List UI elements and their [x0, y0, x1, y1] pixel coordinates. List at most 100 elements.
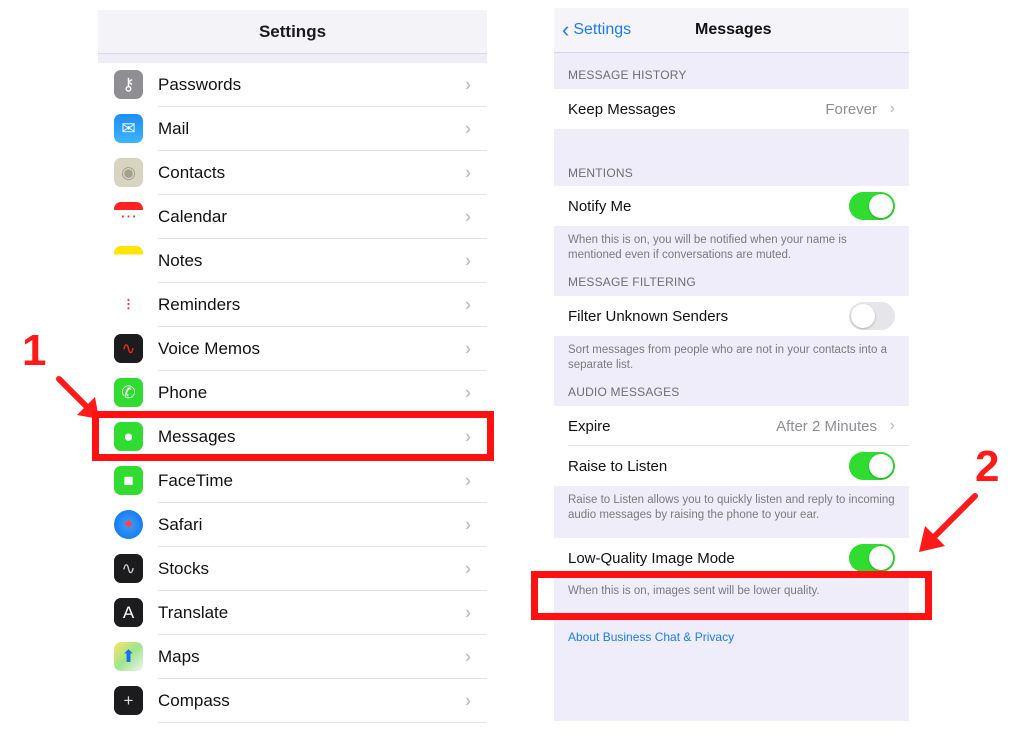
step-1-label: 1	[22, 326, 47, 375]
step-2-label: 2	[975, 442, 1000, 491]
toggle-knob	[869, 194, 893, 218]
settings-title: Settings	[258, 21, 327, 41]
settings-item-label: Calendar	[158, 206, 227, 226]
audio-footer: Raise to Listen allows you to quickly li…	[568, 494, 895, 521]
chevron-right-icon: ›	[465, 294, 471, 314]
calendar-icon: ⋯	[114, 202, 143, 231]
settings-item-body: Mail ›	[158, 107, 487, 151]
settings-item-translate[interactable]: A Translate ›	[98, 591, 487, 635]
section-header-message-filtering: MESSAGE FILTERING	[568, 275, 696, 289]
filter-unknown-senders-toggle[interactable]	[849, 302, 895, 330]
mentions-footer: When this is on, you will be notified wh…	[568, 234, 847, 261]
chevron-left-icon: ‹	[562, 17, 570, 42]
about-business-chat-link[interactable]: About Business Chat & Privacy	[554, 630, 909, 644]
settings-item-body: Phone ›	[158, 371, 487, 415]
settings-item-label: Stocks	[158, 558, 210, 578]
settings-list: ⚷ Passwords › ✉ Mail › ◉ Contacts › ⋯ Calendar › Not…	[98, 63, 487, 723]
settings-item-label: Maps	[158, 646, 200, 666]
messages-nav-bar: ‹ Settings Messages	[554, 8, 909, 53]
toggle-knob	[869, 546, 893, 570]
settings-item-maps[interactable]: ⬆ Maps ›	[98, 635, 487, 679]
settings-item-label: Contacts	[158, 162, 226, 182]
translate-icon: A	[114, 598, 143, 627]
chevron-right-icon: ›	[465, 646, 471, 666]
settings-item-mail[interactable]: ✉ Mail ›	[98, 107, 487, 151]
settings-item-body: Safari ›	[158, 503, 487, 547]
messages-highlight-box	[92, 411, 494, 461]
low-quality-image-mode-toggle[interactable]	[849, 544, 895, 572]
settings-item-body: FaceTime ›	[158, 459, 487, 503]
settings-item-body: Maps ›	[158, 635, 487, 679]
settings-item-body: Stocks ›	[158, 547, 487, 591]
notify-me-row: Notify Me	[554, 186, 909, 226]
settings-item-label: Compass	[158, 690, 230, 710]
compass-icon: +	[114, 686, 143, 715]
page-title: Messages	[695, 21, 772, 38]
settings-item-body: Passwords ›	[158, 63, 487, 107]
settings-item-body: Compass ›	[158, 679, 487, 723]
expire-label: Expire	[568, 417, 611, 435]
chevron-right-icon: ›	[889, 417, 895, 434]
settings-item-label: Phone	[158, 382, 208, 402]
settings-item-label: Passwords	[158, 74, 242, 94]
raise-to-listen-toggle[interactable]	[849, 452, 895, 480]
settings-item-safari[interactable]: ✦ Safari ›	[98, 503, 487, 547]
notify-me-toggle[interactable]	[849, 192, 895, 220]
settings-item-body: Translate ›	[158, 591, 487, 635]
settings-item-body: Voice Memos ›	[158, 327, 487, 371]
settings-item-body: Reminders ›	[158, 283, 487, 327]
voice-memos-icon: ∿	[114, 334, 143, 363]
expire-value: After 2 Minutes	[776, 417, 877, 435]
settings-panel: Settings ⚷ Passwords › ✉ Mail › ◉ Contacts › ⋯ Cal…	[98, 10, 487, 730]
contacts-icon: ◉	[114, 158, 143, 187]
settings-item-body: Notes ›	[158, 239, 487, 283]
settings-item-contacts[interactable]: ◉ Contacts ›	[98, 151, 487, 195]
filter-unknown-senders-label: Filter Unknown Senders	[568, 307, 729, 325]
settings-item-phone[interactable]: ✆ Phone ›	[98, 371, 487, 415]
keep-messages-label: Keep Messages	[568, 100, 676, 118]
settings-item-voice-memos[interactable]: ∿ Voice Memos ›	[98, 327, 487, 371]
notify-me-label: Notify Me	[568, 197, 632, 215]
notes-icon	[114, 246, 143, 275]
key-icon: ⚷	[114, 70, 143, 99]
back-label: Settings	[573, 21, 632, 38]
step-2-arrow	[919, 493, 978, 552]
settings-item-calendar[interactable]: ⋯ Calendar ›	[98, 195, 487, 239]
settings-item-passwords[interactable]: ⚷ Passwords ›	[98, 63, 487, 107]
toggle-knob	[851, 304, 875, 328]
chevron-right-icon: ›	[465, 470, 471, 490]
facetime-icon: ■	[114, 466, 143, 495]
chevron-right-icon: ›	[465, 558, 471, 578]
raise-to-listen-row: Raise to Listen	[554, 446, 909, 486]
chevron-right-icon: ›	[465, 602, 471, 622]
chevron-right-icon: ›	[465, 338, 471, 358]
settings-item-compass[interactable]: + Compass ›	[98, 679, 487, 723]
reminders-icon: ⁝	[114, 290, 143, 319]
stocks-icon: ∿	[114, 554, 143, 583]
settings-item-label: Safari	[158, 514, 203, 534]
settings-item-label: Notes	[158, 250, 203, 270]
settings-item-notes[interactable]: Notes ›	[98, 239, 487, 283]
chevron-right-icon: ›	[889, 100, 895, 117]
chevron-right-icon: ›	[465, 74, 471, 94]
chevron-right-icon: ›	[465, 382, 471, 402]
chevron-right-icon: ›	[465, 514, 471, 534]
raise-to-listen-label: Raise to Listen	[568, 457, 668, 475]
phone-icon: ✆	[114, 378, 143, 407]
safari-icon: ✦	[114, 510, 143, 539]
settings-nav-bar: Settings	[98, 10, 487, 54]
settings-item-body: Calendar ›	[158, 195, 487, 239]
low-quality-highlight-box	[531, 571, 932, 620]
settings-item-reminders[interactable]: ⁝ Reminders ›	[98, 283, 487, 327]
settings-item-facetime[interactable]: ■ FaceTime ›	[98, 459, 487, 503]
settings-item-label: Reminders	[158, 294, 241, 314]
filtering-footer: Sort messages from people who are not in…	[568, 344, 887, 371]
back-button[interactable]: ‹ Settings	[562, 8, 631, 52]
settings-item-label: Voice Memos	[158, 338, 261, 358]
keep-messages-row[interactable]: Keep Messages Forever ›	[554, 89, 909, 129]
mail-icon: ✉	[114, 114, 143, 143]
expire-row[interactable]: Expire After 2 Minutes ›	[554, 406, 909, 446]
settings-item-stocks[interactable]: ∿ Stocks ›	[98, 547, 487, 591]
settings-item-label: FaceTime	[158, 470, 233, 490]
chevron-right-icon: ›	[465, 206, 471, 226]
